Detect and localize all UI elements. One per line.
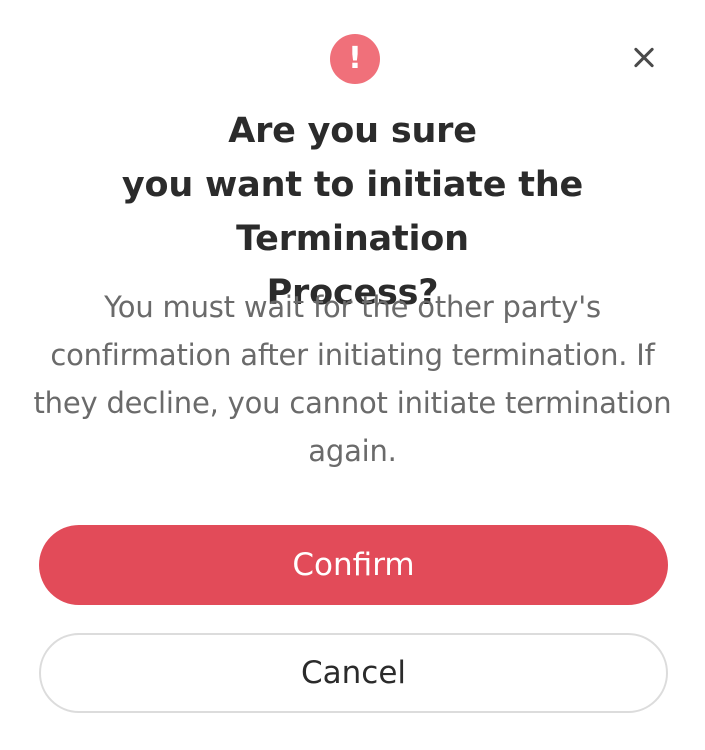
title-line-1: Are you sure xyxy=(228,111,477,151)
confirm-button[interactable]: Confirm xyxy=(39,525,668,605)
close-icon[interactable] xyxy=(627,40,661,74)
dialog-message: You must wait for the other party's conf… xyxy=(33,290,672,468)
exclamation-icon: ! xyxy=(330,34,380,84)
title-line-2: you want to initiate the Termination xyxy=(121,165,584,259)
cancel-button[interactable]: Cancel xyxy=(39,633,668,713)
termination-confirm-dialog: ! Are you sure you want to initiate the … xyxy=(0,0,705,750)
